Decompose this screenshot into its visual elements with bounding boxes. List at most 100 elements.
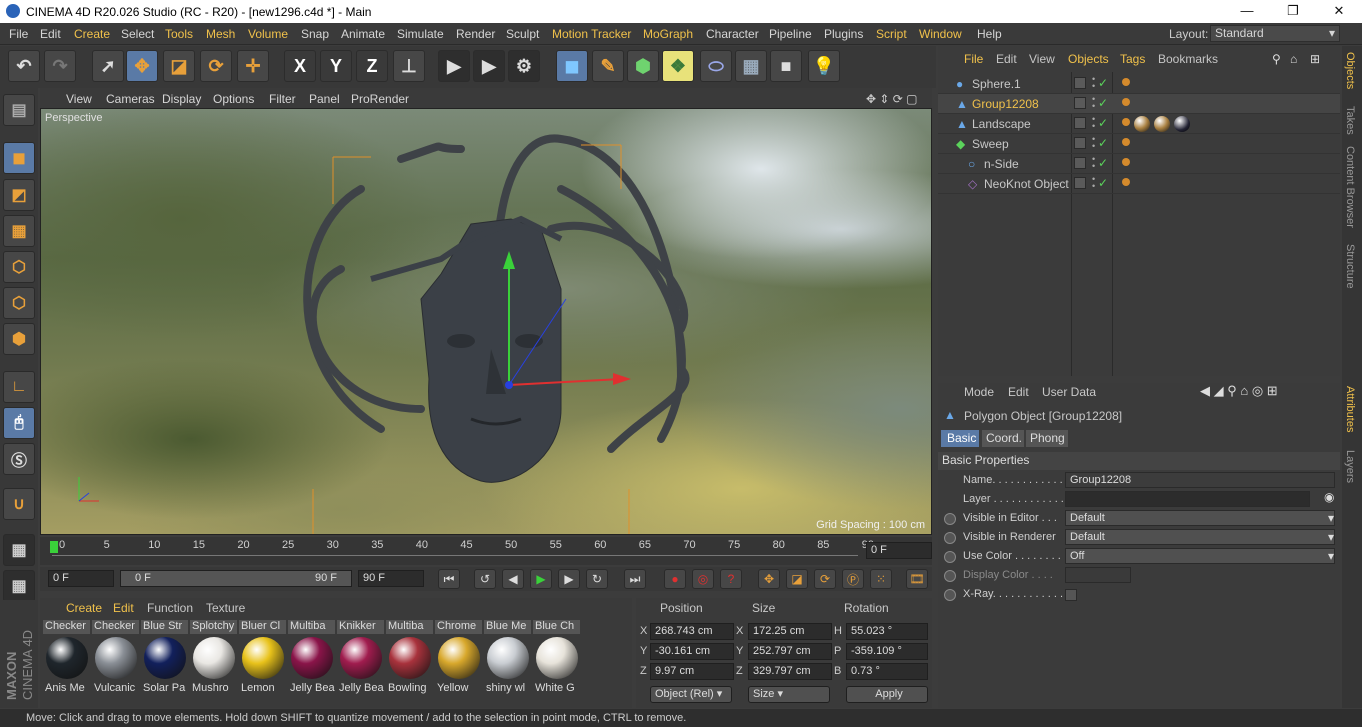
visibility-dots-icon[interactable]: • • — [1092, 155, 1095, 171]
material-menu-texture[interactable]: Texture — [206, 601, 245, 615]
visibility-dots-icon[interactable]: • • — [1092, 95, 1095, 111]
use-color-select[interactable]: Off — [1065, 548, 1335, 564]
tab-coord[interactable]: Coord. — [982, 430, 1024, 447]
material-swatch[interactable]: Bluer Cl Lemon — [239, 620, 286, 700]
object-name[interactable]: Sphere.1 — [972, 77, 1021, 91]
object-name[interactable]: NeoKnot Object — [984, 177, 1069, 191]
menu-help[interactable]: Help — [977, 27, 1002, 41]
obj-menu-file[interactable]: File — [964, 52, 983, 66]
menu-create[interactable]: Create — [74, 27, 110, 41]
key-rotation-icon[interactable]: ⟳ — [814, 569, 836, 589]
object-row[interactable]: ▲ Landscape • • ✓ — [938, 114, 1340, 134]
points-mode-icon[interactable]: ⬡ — [3, 251, 35, 283]
viewport-menu-display[interactable]: Display — [162, 92, 201, 106]
menu-mesh[interactable]: Mesh — [206, 27, 235, 41]
cloner-icon[interactable]: ❖ — [662, 50, 694, 82]
menu-simulate[interactable]: Simulate — [397, 27, 444, 41]
visible-in-renderer-select[interactable]: Default — [1065, 529, 1335, 545]
tag-icon[interactable] — [1122, 158, 1130, 166]
material-swatch[interactable]: Splotchy Mushro — [190, 620, 237, 700]
previous-key-icon[interactable]: ↺ — [474, 569, 496, 589]
obj-menu-objects[interactable]: Objects — [1068, 52, 1109, 66]
position-field[interactable]: 9.97 cm — [650, 663, 734, 680]
attr-menu-edit[interactable]: Edit — [1008, 385, 1029, 399]
workplane-icon[interactable]: ▦ — [3, 215, 35, 247]
maximize-button[interactable]: ❐ — [1270, 0, 1316, 23]
viewport-menu-options[interactable]: Options — [213, 92, 254, 106]
tag-icon[interactable] — [1122, 98, 1130, 106]
menu-mograph[interactable]: MoGraph — [643, 27, 693, 41]
layer-icon[interactable] — [1074, 117, 1086, 129]
key-position-icon[interactable]: ✥ — [758, 569, 780, 589]
model-mode-icon[interactable]: ◼ — [3, 142, 35, 174]
z-axis-lock-button[interactable]: Z — [356, 50, 388, 82]
size-field[interactable]: 252.797 cm — [748, 643, 832, 660]
viewport-menu-prorender[interactable]: ProRender — [351, 92, 409, 106]
layout-select[interactable]: Standard ▾ — [1210, 25, 1340, 42]
material-menu-edit[interactable]: Edit — [113, 601, 134, 615]
menu-animate[interactable]: Animate — [341, 27, 385, 41]
position-field[interactable]: 268.743 cm — [650, 623, 734, 640]
menu-tools[interactable]: Tools — [165, 27, 193, 41]
floor-icon[interactable]: ▦ — [735, 50, 767, 82]
material-menu-function[interactable]: Function — [147, 601, 193, 615]
menu-plugins[interactable]: Plugins — [824, 27, 863, 41]
scale-tool-icon[interactable]: ◪ — [163, 50, 195, 82]
position-field[interactable]: -30.161 cm — [650, 643, 734, 660]
rotation-field[interactable]: 55.023 ° — [846, 623, 928, 640]
render-picture-viewer-icon[interactable]: ▶ — [473, 50, 505, 82]
axis-mode-icon[interactable]: ∟ — [3, 371, 35, 403]
material-swatch[interactable]: Checker Vulcanic — [92, 620, 139, 700]
y-axis-lock-button[interactable]: Y — [320, 50, 352, 82]
attr-menu-mode[interactable]: Mode — [964, 385, 994, 399]
preview-range-slider[interactable]: 0 F 90 F — [120, 570, 352, 587]
animate-radio-icon[interactable] — [944, 513, 956, 525]
tab-phong[interactable]: Phong — [1026, 430, 1068, 447]
deformer-icon[interactable]: ⬭ — [700, 50, 732, 82]
select-cursor-icon[interactable]: ➚ — [92, 50, 124, 82]
material-tag-icon[interactable] — [1154, 116, 1170, 132]
layer-icon[interactable] — [1074, 157, 1086, 169]
enabled-check-icon[interactable]: ✓ — [1098, 156, 1108, 170]
pen-spline-icon[interactable]: ✎ — [592, 50, 624, 82]
next-frame-icon[interactable]: ▶ — [558, 569, 580, 589]
material-swatch[interactable]: Blue Me shiny wl — [484, 620, 531, 700]
material-swatch[interactable]: Multiba Bowling — [386, 620, 433, 700]
autokey-icon[interactable]: ◎ — [692, 569, 714, 589]
tag-icon[interactable] — [1122, 178, 1130, 186]
tag-icon[interactable] — [1122, 78, 1130, 86]
render-view-icon[interactable]: ▶ — [438, 50, 470, 82]
obj-menu-bookmarks[interactable]: Bookmarks — [1158, 52, 1218, 66]
animate-radio-icon[interactable] — [944, 570, 956, 582]
play-icon[interactable]: ▶ — [530, 569, 552, 589]
menu-script[interactable]: Script — [876, 27, 907, 41]
key-scale-icon[interactable]: ◪ — [786, 569, 808, 589]
playhead-marker[interactable] — [50, 541, 58, 553]
menu-pipeline[interactable]: Pipeline — [769, 27, 812, 41]
snap-icon[interactable]: ∪ — [3, 488, 35, 520]
object-row[interactable]: ▲ Group12208 • • ✓ — [938, 94, 1340, 114]
planar-workplane-icon[interactable]: ▦ — [3, 570, 35, 602]
last-tool-icon[interactable]: ✛ — [237, 50, 269, 82]
key-parameter-icon[interactable]: Ⓟ — [842, 569, 864, 589]
redo-icon[interactable]: ↷ — [44, 50, 76, 82]
subdivision-surface-icon[interactable]: ⬢ — [627, 50, 659, 82]
menu-select[interactable]: Select — [121, 27, 154, 41]
layer-icon[interactable] — [1074, 97, 1086, 109]
render-settings-icon[interactable]: ⚙ — [508, 50, 540, 82]
undo-icon[interactable]: ↶ — [8, 50, 40, 82]
visible-in-editor-select[interactable]: Default — [1065, 510, 1335, 526]
viewport-nav-icons[interactable]: ✥ ⇕ ⟳ ▢ — [866, 92, 918, 106]
enabled-check-icon[interactable]: ✓ — [1098, 96, 1108, 110]
object-name[interactable]: n-Side — [984, 157, 1019, 171]
rotation-field[interactable]: -359.109 ° — [846, 643, 928, 660]
layer-icon[interactable] — [1074, 177, 1086, 189]
obj-menu-view[interactable]: View — [1029, 52, 1055, 66]
start-frame-field[interactable]: 0 F — [48, 570, 114, 587]
rotate-tool-icon[interactable]: ⟳ — [200, 50, 232, 82]
object-row[interactable]: ◆ Sweep • • ✓ — [938, 134, 1340, 154]
material-swatch[interactable]: Blue Str Solar Pa — [141, 620, 188, 700]
material-menu-create[interactable]: Create — [66, 601, 102, 615]
layer-picker-icon[interactable]: ◉ — [1324, 490, 1334, 504]
object-row[interactable]: ◇ NeoKnot Object • • ✓ — [938, 174, 1340, 194]
